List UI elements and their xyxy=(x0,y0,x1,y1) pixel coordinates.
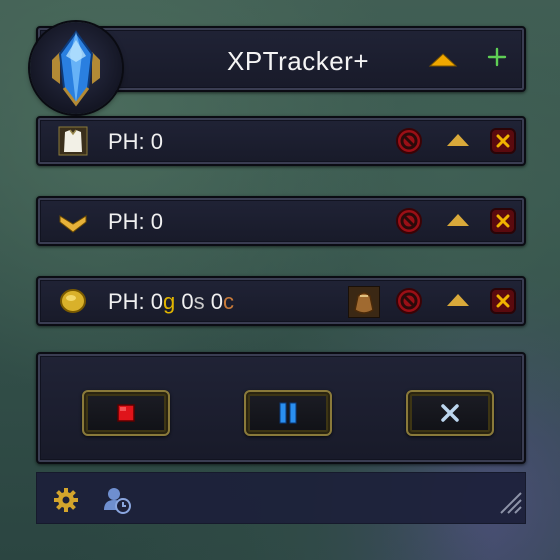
ph-label: PH: xyxy=(108,289,151,314)
ban-icon[interactable] xyxy=(394,286,424,321)
silver-amount: 0 xyxy=(181,289,194,314)
gold-unit: g xyxy=(163,289,176,314)
control-panel xyxy=(36,352,526,464)
tracker-row-3: PH: 0g 0s 0c xyxy=(36,276,526,326)
row-3-per-hour: PH: 0g 0s 0c xyxy=(108,289,234,315)
tracker-row-1: PH: 0 xyxy=(36,116,526,166)
resize-grip-icon[interactable] xyxy=(497,489,523,520)
move-up-icon[interactable] xyxy=(446,212,470,233)
settings-gear-icon[interactable] xyxy=(53,487,79,518)
crystal-logo xyxy=(30,22,122,114)
chevron-rank-icon xyxy=(58,206,88,236)
stop-button[interactable] xyxy=(82,390,170,436)
footer-bar xyxy=(36,472,526,524)
tracker-row-2: PH: 0 xyxy=(36,196,526,246)
move-up-icon[interactable] xyxy=(446,132,470,153)
collapse-up-icon[interactable] xyxy=(428,52,458,73)
close-x-icon xyxy=(441,404,459,422)
add-icon[interactable] xyxy=(486,46,508,73)
ban-icon[interactable] xyxy=(394,206,424,241)
copper-unit: c xyxy=(223,289,235,314)
tabard-icon xyxy=(58,126,88,156)
gold-amount: 0 xyxy=(150,289,164,314)
pause-button[interactable] xyxy=(244,390,332,436)
remove-icon[interactable] xyxy=(490,128,516,159)
user-clock-icon[interactable] xyxy=(103,486,131,519)
move-up-icon[interactable] xyxy=(446,292,470,313)
remove-icon[interactable] xyxy=(490,288,516,319)
close-button[interactable] xyxy=(406,390,494,436)
app-title: XPTracker+ xyxy=(226,46,370,76)
row-2-per-hour: PH: 0 xyxy=(108,209,164,234)
remove-icon[interactable] xyxy=(490,208,516,239)
pause-icon xyxy=(279,402,297,424)
ban-icon[interactable] xyxy=(394,126,424,161)
gold-coin-icon xyxy=(58,286,88,316)
silver-unit: s xyxy=(193,289,205,314)
row-1-per-hour: PH: 0 xyxy=(108,129,164,154)
stop-icon xyxy=(117,404,135,422)
copper-amount: 0 xyxy=(210,289,224,314)
loot-bag-icon[interactable] xyxy=(347,285,381,323)
